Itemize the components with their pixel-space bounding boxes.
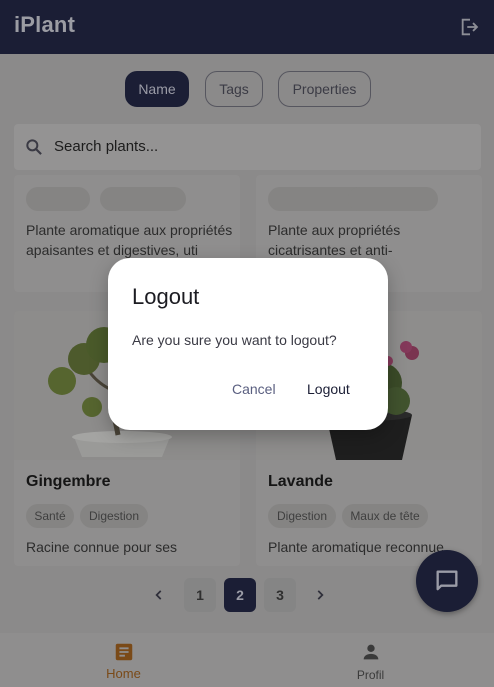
- bottom-navigation: Home Profil: [0, 633, 494, 687]
- chevron-left-icon: [155, 590, 162, 600]
- tag-label: Digestion: [88, 509, 140, 523]
- page-number: 2: [236, 587, 244, 603]
- tag-chip: [26, 187, 90, 211]
- nav-label-home: Home: [106, 666, 141, 681]
- page-button-2[interactable]: 2: [224, 578, 256, 612]
- plant-description: Racine connue pour ses: [26, 539, 177, 555]
- plant-name: Lavande: [268, 473, 333, 490]
- dialog-title: Logout: [132, 284, 200, 309]
- filter-chip-label: Properties: [292, 81, 357, 97]
- tag-chip: Digestion: [268, 504, 336, 528]
- person-icon: [363, 644, 379, 660]
- article-icon: [115, 643, 133, 661]
- filter-chip-label: Tags: [219, 81, 249, 97]
- dialog-message: Are you sure you want to logout?: [132, 332, 337, 348]
- confirm-logout-button[interactable]: Logout: [307, 381, 350, 399]
- prev-page-button[interactable]: [143, 578, 175, 612]
- tag-chip: [100, 187, 186, 211]
- page-button-1[interactable]: 1: [184, 578, 216, 612]
- cancel-button[interactable]: Cancel: [232, 381, 276, 399]
- filter-chips: Name Tags Properties: [0, 71, 494, 107]
- filter-chip-name[interactable]: Name: [125, 71, 189, 107]
- chat-icon: [436, 570, 458, 591]
- tag-label: Maux de tête: [350, 509, 420, 523]
- tag-chip: Santé: [26, 504, 74, 528]
- plant-description: Plante aux propriétés cicatrisantes et a…: [268, 222, 401, 258]
- page-button-3[interactable]: 3: [264, 578, 296, 612]
- search-icon: [26, 139, 42, 155]
- nav-label-profil: Profil: [356, 668, 385, 682]
- nav-item-home[interactable]: Home: [0, 633, 247, 687]
- chat-fab[interactable]: [416, 550, 478, 612]
- app-bar: iPlant: [0, 0, 494, 54]
- tag-label: Santé: [34, 509, 66, 523]
- logout-icon-button[interactable]: [456, 13, 484, 41]
- search-input[interactable]: Search plants...: [54, 124, 474, 170]
- nav-item-profil[interactable]: Profil: [247, 633, 494, 687]
- chevron-right-icon: [317, 590, 324, 600]
- tag-label: Digestion: [276, 509, 328, 523]
- logout-dialog: Logout Are you sure you want to logout? …: [108, 258, 388, 430]
- filter-chip-properties[interactable]: Properties: [278, 71, 371, 107]
- filter-chip-label: Name: [138, 81, 176, 97]
- plant-name: Gingembre: [26, 473, 111, 490]
- page-number: 3: [276, 587, 284, 603]
- search-bar[interactable]: Search plants...: [14, 124, 481, 170]
- filter-chip-tags[interactable]: Tags: [205, 71, 263, 107]
- app-title: iPlant: [14, 12, 76, 37]
- next-page-button[interactable]: [304, 578, 336, 612]
- plant-description: Plante aromatique aux propriétés apaisan…: [26, 222, 233, 258]
- logout-icon: [461, 18, 479, 36]
- page-number: 1: [196, 587, 204, 603]
- tag-chip: Maux de tête: [342, 504, 428, 528]
- tag-chip: [348, 187, 438, 211]
- tag-chip: Digestion: [80, 504, 148, 528]
